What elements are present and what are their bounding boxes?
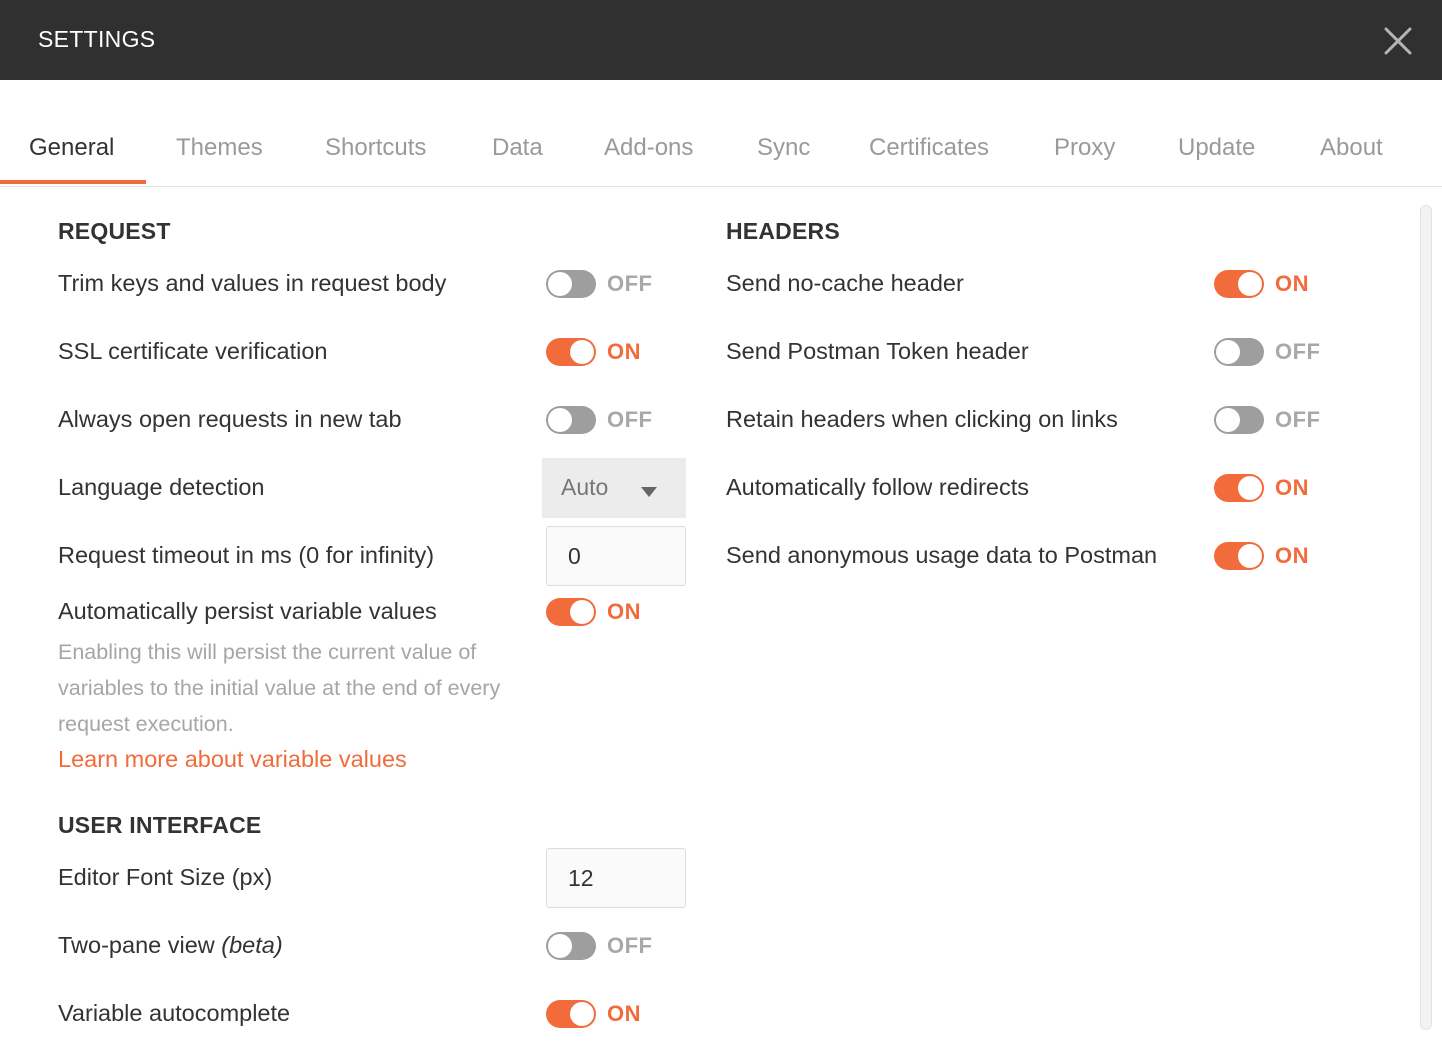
editor-font-size-label: Editor Font Size (px): [58, 864, 273, 890]
persist-variables-toggle[interactable]: [546, 598, 596, 626]
retain-headers-toggle[interactable]: [1214, 406, 1264, 434]
caret-down-icon: [641, 484, 657, 502]
tab-data[interactable]: Data: [492, 134, 543, 162]
variable-autocomplete-label: Variable autocomplete: [58, 1000, 291, 1026]
two-pane-view-toggle[interactable]: [546, 932, 596, 960]
tab-themes[interactable]: Themes: [176, 134, 263, 162]
persist-variables-help: Enabling this will persist the current v…: [58, 640, 501, 736]
tab-general[interactable]: General: [29, 134, 114, 162]
toggle-knob: [570, 600, 594, 624]
toggle-knob: [570, 1002, 594, 1026]
language-detection-value: Auto: [561, 474, 609, 500]
toggle-knob: [1238, 272, 1262, 296]
open-new-tab-toggle[interactable]: [546, 406, 596, 434]
retain-headers-label: Retain headers when clicking on links: [726, 406, 1118, 432]
toggle-knob: [548, 934, 572, 958]
no-cache-header-state: ON: [1275, 271, 1309, 296]
tab-certificates[interactable]: Certificates: [869, 134, 989, 162]
follow-redirects-state: ON: [1275, 475, 1309, 500]
no-cache-header-toggle[interactable]: [1214, 270, 1264, 298]
settings-titlebar: SETTINGS: [0, 0, 1442, 80]
active-tab-indicator: [0, 180, 146, 184]
headers-section-title: HEADERS: [726, 218, 840, 244]
open-new-tab-label: Always open requests in new tab: [58, 406, 402, 432]
ssl-verification-state: ON: [607, 339, 641, 364]
vertical-scrollbar[interactable]: [1420, 205, 1432, 1030]
language-detection-label: Language detection: [58, 474, 265, 500]
tab-about[interactable]: About: [1320, 134, 1383, 162]
toggle-knob: [548, 408, 572, 432]
toggle-knob: [1216, 340, 1240, 364]
editor-font-size-input[interactable]: [546, 848, 686, 908]
toggle-knob: [1238, 476, 1262, 500]
window-title: SETTINGS: [38, 26, 156, 52]
retain-headers-state: OFF: [1275, 407, 1321, 432]
postman-token-header-state: OFF: [1275, 339, 1321, 364]
tab-shortcuts[interactable]: Shortcuts: [325, 134, 426, 162]
usage-data-state: ON: [1275, 543, 1309, 568]
tab-proxy[interactable]: Proxy: [1054, 134, 1115, 162]
toggle-knob: [548, 272, 572, 296]
usage-data-toggle[interactable]: [1214, 542, 1264, 570]
request-timeout-label: Request timeout in ms (0 for infinity): [58, 542, 435, 568]
variable-autocomplete-state: ON: [607, 1001, 641, 1026]
toggle-knob: [570, 340, 594, 364]
no-cache-header-label: Send no-cache header: [726, 270, 964, 296]
beta-tag: (beta): [221, 932, 283, 958]
two-pane-view-state: OFF: [607, 933, 653, 958]
user-interface-section-title: USER INTERFACE: [58, 812, 262, 838]
settings-tabs: General Themes Shortcuts Data Add-ons Sy…: [0, 120, 1442, 187]
variable-autocomplete-toggle[interactable]: [546, 1000, 596, 1028]
persist-variables-label: Automatically persist variable values: [58, 598, 437, 624]
learn-more-variable-values-link[interactable]: Learn more about variable values: [58, 746, 407, 773]
tab-update[interactable]: Update: [1178, 134, 1255, 162]
language-detection-select[interactable]: Auto: [542, 458, 686, 518]
trim-keys-state: OFF: [607, 271, 653, 296]
two-pane-view-label: Two-pane view (beta): [58, 932, 283, 959]
tab-add-ons[interactable]: Add-ons: [604, 134, 693, 162]
toggle-knob: [1238, 544, 1262, 568]
request-section-title: REQUEST: [58, 218, 171, 244]
usage-data-label: Send anonymous usage data to Postman: [726, 542, 1158, 568]
ssl-verification-label: SSL certificate verification: [58, 338, 328, 364]
follow-redirects-toggle[interactable]: [1214, 474, 1264, 502]
toggle-knob: [1216, 408, 1240, 432]
trim-keys-label: Trim keys and values in request body: [58, 270, 447, 296]
two-pane-view-label-text: Two-pane view: [58, 932, 215, 958]
trim-keys-toggle[interactable]: [546, 270, 596, 298]
open-new-tab-state: OFF: [607, 407, 653, 432]
tab-sync[interactable]: Sync: [757, 134, 810, 162]
postman-token-header-label: Send Postman Token header: [726, 338, 1029, 364]
postman-token-header-toggle[interactable]: [1214, 338, 1264, 366]
request-timeout-input[interactable]: [546, 526, 686, 586]
ssl-verification-toggle[interactable]: [546, 338, 596, 366]
persist-variables-state: ON: [607, 599, 641, 624]
close-icon[interactable]: [1383, 26, 1413, 56]
follow-redirects-label: Automatically follow redirects: [726, 474, 1029, 500]
